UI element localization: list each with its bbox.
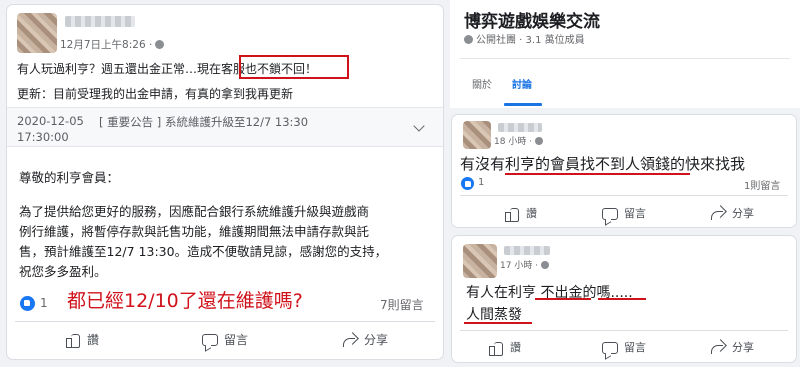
share-button[interactable]: 分享 <box>710 339 754 355</box>
notice-header[interactable]: 2020-12-05 [ 重要公告 ] 系統維護升級至12/7 13:30 17… <box>7 107 443 147</box>
notice-body-line: 祝您多多盈利。 <box>19 264 107 279</box>
timestamp-text: 18 小時 · <box>494 137 533 147</box>
notice-date: 2020-12-05 <box>17 114 84 128</box>
group-subtitle-text: 公開社團 · 3.1 萬位成員 <box>476 35 585 46</box>
post-text: 有沒有利亨的會員找不到人領錢的快來找我 <box>460 155 746 173</box>
like-reaction-icon[interactable] <box>20 296 35 311</box>
avatar[interactable] <box>17 13 57 53</box>
comment-button[interactable]: 留言 <box>202 331 248 348</box>
notice-body-line: 例行維護，將暫停存款與託售功能，維護期間無法申請存款與託 <box>19 224 370 239</box>
comment-icon <box>202 334 218 346</box>
comment-count[interactable]: 1則留言 <box>744 177 780 192</box>
group-post-b: 17 小時 · 有人在利亨 不出金的嗎..... 人間蒸發 讚 留言 分享 <box>452 236 796 362</box>
divider <box>15 321 435 322</box>
post-text-prefix: 有人玩過利亨？週五還出金正常…現在 <box>17 62 222 76</box>
author-name[interactable] <box>498 123 542 132</box>
group-subtitle: 公開社團 · 3.1 萬位成員 <box>464 31 585 46</box>
comment-button[interactable]: 留言 <box>602 339 646 355</box>
underline-annotation <box>464 322 532 324</box>
share-icon <box>710 340 726 354</box>
group-title[interactable]: 博弈遊戲娛樂交流 <box>464 7 600 32</box>
post-text-line2: 更新：目前受理我的出金申請，有真的拿到我再更新 <box>17 87 294 101</box>
share-button[interactable]: 分享 <box>710 205 754 221</box>
globe-icon <box>464 35 473 44</box>
post-timestamp[interactable]: 18 小時 · <box>494 134 544 147</box>
comment-button[interactable]: 留言 <box>602 205 646 221</box>
divider <box>460 195 788 196</box>
comment-label: 留言 <box>624 207 646 220</box>
share-icon <box>342 333 358 347</box>
comment-label: 留言 <box>224 333 249 347</box>
divider <box>460 58 790 59</box>
share-label: 分享 <box>364 333 389 347</box>
like-button[interactable]: 讚 <box>488 339 521 356</box>
post-timestamp[interactable]: 12月7日上午8:26 · <box>60 37 165 52</box>
like-count[interactable]: 1 <box>478 177 484 188</box>
timestamp-text: 17 小時 · <box>500 261 539 271</box>
chevron-down-icon[interactable] <box>413 120 425 132</box>
share-label: 分享 <box>732 341 754 354</box>
author-name[interactable] <box>504 246 550 255</box>
globe-icon <box>155 40 165 49</box>
thumbs-up-icon <box>504 206 520 222</box>
tab-discussion[interactable]: 討論 <box>512 76 532 91</box>
globe-icon <box>541 261 550 269</box>
like-reaction-icon[interactable] <box>461 177 474 190</box>
group-header: 博弈遊戲娛樂交流 公開社團 · 3.1 萬位成員 關於 討論 <box>450 0 800 108</box>
active-tab-indicator <box>504 103 542 106</box>
post-text-line2: 人間蒸發 <box>466 307 522 323</box>
comment-count[interactable]: 7則留言 <box>380 296 424 313</box>
globe-icon <box>535 137 544 145</box>
like-button[interactable]: 讚 <box>504 205 537 222</box>
tab-about[interactable]: 關於 <box>472 76 492 91</box>
share-icon <box>710 206 726 220</box>
overlay-caption: 都已經12/10了還在維護嗎? <box>67 290 303 312</box>
divider <box>460 330 788 331</box>
post-timestamp[interactable]: 17 小時 · <box>500 258 550 271</box>
notice-greeting: 尊敬的利亨會員： <box>19 170 120 185</box>
comment-icon <box>602 341 618 354</box>
underline-annotation <box>505 173 690 175</box>
highlight-annotation-box <box>239 55 349 79</box>
comment-icon <box>602 207 618 220</box>
like-label: 讚 <box>526 207 537 220</box>
comment-label: 留言 <box>624 341 646 354</box>
underline-annotation <box>598 298 646 300</box>
thumbs-up-icon <box>65 332 81 348</box>
left-post-card: 12月7日上午8:26 · 有人玩過利亨？週五還出金正常…現在客服也不鎖不回！ … <box>7 5 443 359</box>
like-label: 讚 <box>87 333 100 347</box>
notice-body-line: 售，預計維護至12/7 13:30。造成不便敬請見諒，感謝您的支持， <box>19 244 388 259</box>
share-button[interactable]: 分享 <box>342 331 388 348</box>
group-post-a: 18 小時 · 有沒有利亨的會員找不到人領錢的快來找我 1 1則留言 讚 留言 … <box>452 115 796 227</box>
timestamp-text: 12月7日上午8:26 · <box>60 39 153 51</box>
notice-body-line: 為了提供給您更好的服務，因應配合銀行系統維護升級與遊戲商 <box>19 204 370 219</box>
thumbs-up-icon <box>488 340 504 356</box>
like-label: 讚 <box>510 341 521 354</box>
notice-title: [ 重要公告 ] 系統維護升級至12/7 13:30 <box>99 115 309 129</box>
avatar[interactable] <box>463 121 491 149</box>
underline-annotation <box>535 298 591 300</box>
like-count[interactable]: 1 <box>40 296 48 310</box>
notice-time: 17:30:00 <box>17 130 69 144</box>
share-label: 分享 <box>732 207 754 220</box>
author-name[interactable] <box>65 16 135 27</box>
like-button[interactable]: 讚 <box>65 331 99 348</box>
avatar[interactable] <box>463 244 497 278</box>
